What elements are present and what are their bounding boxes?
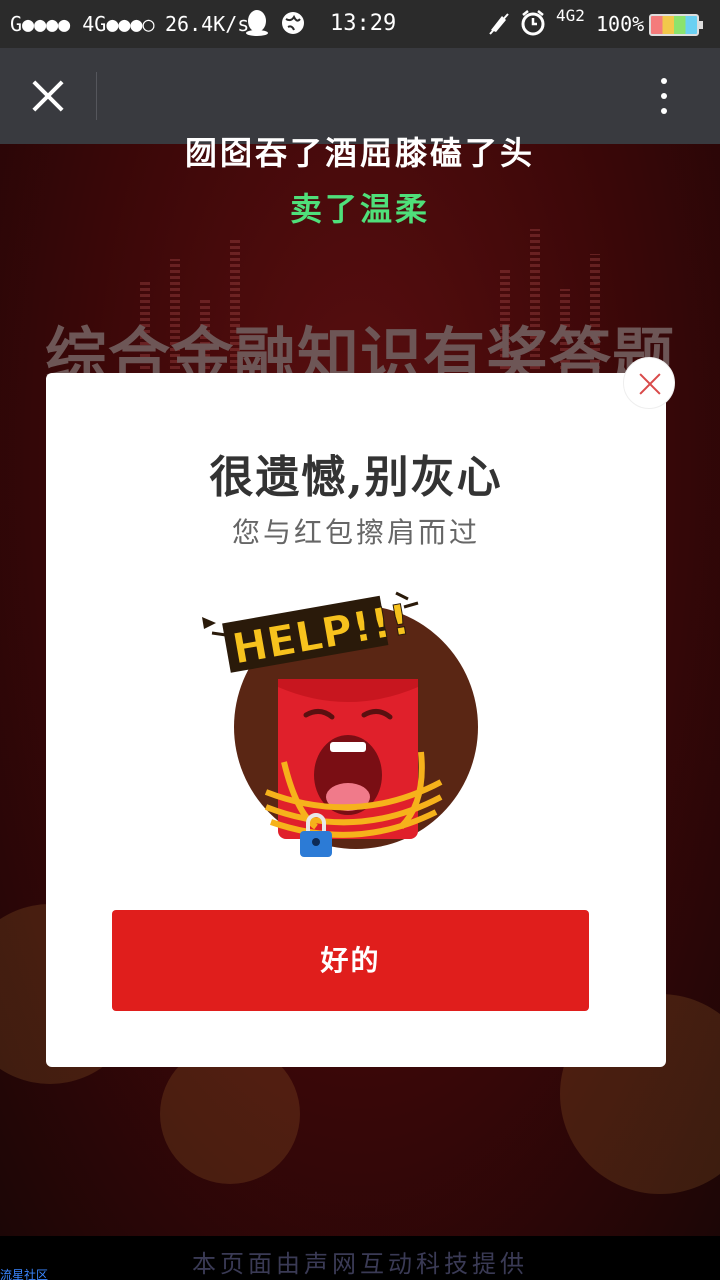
lyric-line-2: 卖了温柔 [289,190,430,228]
result-dialog: 很遗憾,别灰心 您与红包擦肩而过 HELP!!! 好的 [46,373,666,1067]
network-speed: 26.4K/s [165,12,250,36]
watermark: 流星社区 [0,1268,49,1280]
close-icon[interactable] [22,70,74,122]
status-bar: G●●●● 4G●●●○ 26.4K/s 13:29 4G2 100% [0,0,720,48]
red-envelope-help-illustration: HELP!!! [202,591,478,857]
qq-icon [244,9,270,42]
ok-button[interactable]: 好的 [112,910,589,1011]
toolbar-divider [96,72,97,120]
dialog-subtitle: 您与红包擦肩而过 [231,516,480,549]
globe-icon [280,9,306,42]
battery-icon [649,14,703,36]
signal-indicator: G●●●● 4G●●●○ [10,12,155,36]
dialog-title: 很遗憾,别灰心 [209,452,503,503]
more-vertical-icon[interactable] [650,72,678,120]
mute-icon [488,12,510,41]
footer-credit: 本页面由声网互动科技提供 [192,1250,528,1278]
lyric-line-1: 囫囵吞了酒屈膝磕了头 [184,134,535,172]
dialog-close-icon[interactable] [623,357,675,409]
battery-percent: 100% [596,12,645,36]
footer: 本页面由声网互动科技提供 [0,1236,720,1280]
alarm-icon [520,9,546,42]
clock: 13:29 [330,11,397,36]
network-type: 4G2 [556,6,585,25]
